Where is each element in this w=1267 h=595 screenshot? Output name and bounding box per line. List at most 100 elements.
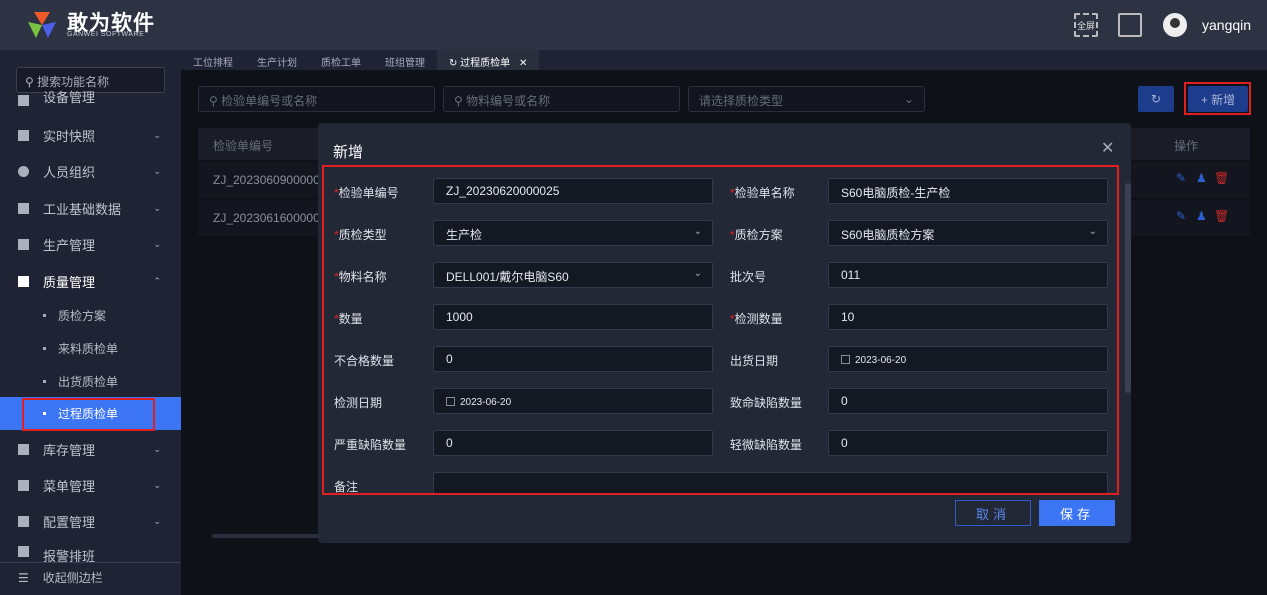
field-value: 0 (446, 436, 453, 450)
sidebar-item-config[interactable]: 配置管理 ⌄ (0, 503, 181, 539)
input-field[interactable]: ZJ_20230620000025 (433, 178, 713, 204)
field-label: 不合格数量 (334, 352, 394, 369)
tab-station-schedule[interactable]: 工位排程 (181, 50, 245, 70)
refresh-icon[interactable]: ↻ (449, 58, 457, 69)
field-value: 2023-06-20 (460, 397, 512, 408)
select-field[interactable]: DELL001/戴尔电脑S60 ⌄ (433, 262, 713, 288)
sidebar-item-snapshot[interactable]: 实时快照 ⌄ (0, 117, 181, 153)
qc-type-select[interactable]: 请选择质检类型 ⌄ (688, 86, 925, 112)
chevron-down-icon: ⌄ (153, 515, 161, 526)
sidebar-subitem-plan[interactable]: 质检方案 (0, 299, 181, 332)
field-label: *物料名称 (334, 268, 387, 285)
placeholder: 检验单编号或名称 (221, 94, 318, 108)
sidebar-item-quality[interactable]: 质量管理 ⌃ (0, 263, 181, 299)
input-field[interactable]: 011 (828, 262, 1108, 288)
sidebar-item-alarm[interactable]: 报警排班 (0, 546, 181, 562)
table-icon (18, 479, 29, 491)
chevron-down-icon: ⌄ (153, 165, 161, 176)
placeholder: 请选择质检类型 (699, 94, 784, 108)
field-label-text: 数量 (338, 312, 363, 326)
tab-qc-order[interactable]: 质检工单 (309, 50, 373, 70)
input-field[interactable] (433, 472, 1108, 493)
field-label: 出货日期 (730, 352, 778, 369)
edit-icon[interactable]: ✎ (1176, 171, 1186, 185)
material-search-input[interactable]: ⚲ 物料编号或名称 (443, 86, 680, 112)
save-button[interactable]: 保存 (1039, 500, 1115, 526)
grid-icon (18, 238, 29, 250)
sidebar-item-production[interactable]: 生产管理 ⌄ (0, 226, 181, 262)
tab-production-plan[interactable]: 生产计划 (245, 50, 309, 70)
sidebar-item-equipment[interactable]: 设备管理 (0, 90, 181, 106)
sidebar-item-label: 人员组织 (43, 164, 96, 180)
field-label: 轻微缺陷数量 (730, 436, 802, 453)
edit-icon[interactable]: ✎ (1176, 209, 1186, 223)
chevron-down-icon: ⌄ (153, 443, 161, 454)
save-label: 保存 (1059, 506, 1094, 522)
sidebar-item-basic-data[interactable]: 工业基础数据 ⌄ (0, 190, 181, 226)
delete-icon[interactable]: 🗑 (1214, 171, 1229, 185)
tab-team[interactable]: 班组管理 (373, 50, 437, 70)
highlight-box (1184, 82, 1251, 115)
delete-icon[interactable]: 🗑 (1214, 209, 1229, 223)
sidebar-item-label: 工业基础数据 (43, 201, 122, 217)
select-field[interactable]: S60电脑质检方案 ⌄ (828, 220, 1108, 246)
select-field[interactable]: 生产检 ⌄ (433, 220, 713, 246)
tab-label: 班组管理 (385, 58, 425, 69)
field-label-text: 物料名称 (338, 270, 387, 284)
input-field[interactable]: 0 (828, 388, 1108, 414)
user-icon[interactable]: ♟ (1196, 209, 1207, 223)
date-field[interactable]: 2023-06-20 (433, 388, 713, 414)
cancel-button[interactable]: 取消 (955, 500, 1031, 526)
sidebar-item-label: 配置管理 (43, 514, 96, 530)
calendar-icon (841, 355, 850, 364)
camera-icon (18, 129, 29, 141)
tab-label: 生产计划 (257, 58, 297, 69)
sidebar-item-org[interactable]: 人员组织 ⌄ (0, 153, 181, 189)
input-field[interactable]: 0 (828, 430, 1108, 456)
field-label: *检测数量 (730, 310, 783, 327)
sidebar-subitem-outgoing[interactable]: 出货质检单 (0, 365, 181, 398)
avatar[interactable] (1163, 13, 1187, 37)
fullscreen-text-icon[interactable]: 全屏 (1074, 13, 1098, 37)
username[interactable]: yangqin (1202, 17, 1251, 33)
refresh-button[interactable]: ↻ (1138, 86, 1174, 112)
fullscreen-label: 全屏 (1076, 20, 1095, 31)
input-field[interactable]: 10 (828, 304, 1108, 330)
field-label-text: 轻微缺陷数量 (730, 438, 803, 452)
column-header: 操作 (1174, 139, 1199, 153)
code-search-input[interactable]: ⚲ 检验单编号或名称 (198, 86, 435, 112)
field-label-text: 致命缺陷数量 (730, 396, 803, 410)
sidebar-item-inventory[interactable]: 库存管理 ⌄ (0, 431, 181, 467)
grid-icon (18, 95, 29, 106)
close-icon[interactable]: ✕ (1101, 138, 1114, 158)
grid-icon (18, 443, 29, 455)
sidebar-item-label: 菜单管理 (43, 478, 96, 494)
sidebar-item-menu[interactable]: 菜单管理 ⌄ (0, 467, 181, 503)
input-field[interactable]: 1000 (433, 304, 713, 330)
tab-label: 质检工单 (321, 58, 361, 69)
chevron-down-icon: ⌄ (153, 129, 161, 140)
bullet-icon (43, 314, 46, 317)
field-value: 10 (841, 310, 855, 324)
collapse-sidebar-button[interactable]: ☰ 收起侧边栏 (0, 562, 181, 592)
tab-process-qc[interactable]: ↻ 过程质检单 ✕ (437, 50, 540, 70)
field-label-text: 批次号 (730, 270, 767, 284)
field-label-text: 出货日期 (730, 354, 779, 368)
field-label-text: 严重缺陷数量 (334, 438, 407, 452)
field-value: 2023-06-20 (855, 355, 907, 366)
field-label: 致命缺陷数量 (730, 394, 802, 411)
date-field[interactable]: 2023-06-20 (828, 346, 1108, 372)
dialog-title: 新增 (333, 144, 364, 161)
close-icon[interactable]: ✕ (519, 58, 527, 69)
field-label: *质检类型 (334, 226, 387, 243)
field-label-text: 检验单名称 (734, 186, 795, 200)
dialog-scrollbar[interactable] (1125, 183, 1131, 393)
sidebar-subitem-incoming[interactable]: 来料质检单 (0, 332, 181, 365)
input-field[interactable]: 0 (433, 430, 713, 456)
input-field[interactable]: 0 (433, 346, 713, 372)
user-icon[interactable]: ♟ (1196, 171, 1207, 185)
fullscreen-icon[interactable] (1118, 13, 1142, 37)
horizontal-scrollbar[interactable] (212, 534, 322, 538)
column-header: 检验单编号 (213, 139, 274, 153)
input-field[interactable]: S60电脑质检-生产检 (828, 178, 1108, 204)
